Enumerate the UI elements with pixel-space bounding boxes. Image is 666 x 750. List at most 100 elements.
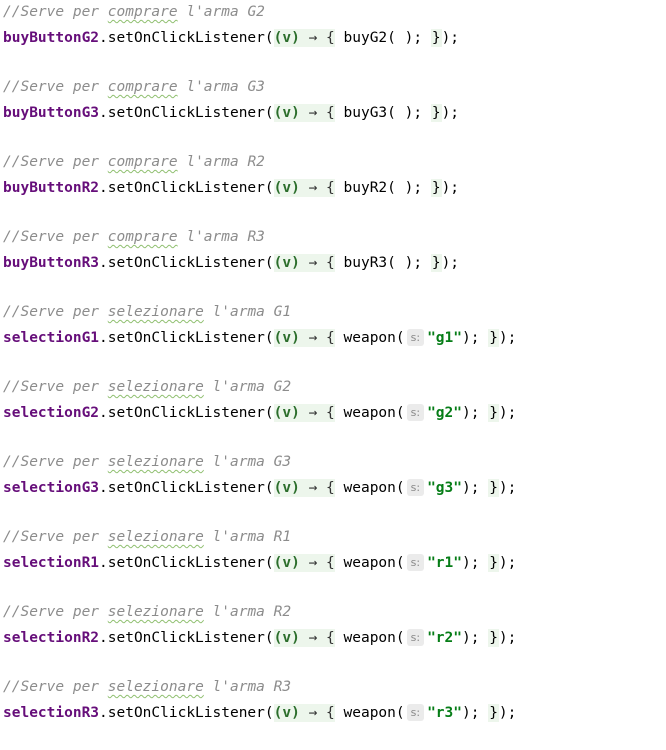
called-function: weapon: [343, 405, 396, 421]
comment-suffix: l'arma G2: [203, 379, 292, 395]
lambda-params: (v) → {: [273, 404, 335, 422]
code-comment: //Serve per selezionare l'arma G1: [3, 300, 291, 324]
lambda-close: }: [430, 254, 442, 272]
code-line[interactable]: buyButtonR3.setOnClickListener((v) → { b…: [3, 251, 459, 275]
lambda-params: (v) → {: [273, 554, 335, 572]
called-function: weapon: [343, 480, 396, 496]
line-end: );: [498, 480, 517, 496]
method-call: .setOnClickListener(: [99, 180, 274, 196]
open-paren: (: [387, 180, 396, 196]
code-block: //Serve per comprare l'arma R2 buyButtonR…: [3, 150, 663, 225]
open-paren: (: [387, 30, 396, 46]
string-argument: "r3": [427, 705, 462, 721]
lambda-close: }: [430, 179, 442, 197]
open-paren: (: [395, 330, 405, 346]
comment-verb: comprare: [107, 4, 178, 20]
line-end: );: [441, 30, 460, 46]
listener-target[interactable]: selectionG1: [3, 330, 99, 346]
code-line[interactable]: selectionR1.setOnClickListener((v) → { w…: [3, 551, 516, 575]
lambda-params: (v) → {: [273, 704, 335, 722]
code-line[interactable]: selectionR3.setOnClickListener((v) → { w…: [3, 701, 516, 725]
string-argument: "g2": [427, 405, 462, 421]
line-end: );: [498, 330, 517, 346]
code-comment: //Serve per selezionare l'arma R1: [3, 525, 291, 549]
listener-target[interactable]: selectionR1: [3, 555, 99, 571]
lambda-close: }: [430, 104, 442, 122]
lambda-arrow: → {: [299, 30, 335, 46]
comment-suffix: l'arma G1: [203, 304, 292, 320]
comment-prefix: //Serve per: [3, 4, 108, 20]
method-call: .setOnClickListener(: [99, 405, 274, 421]
comment-verb: selezionare: [107, 604, 204, 620]
comment-suffix: l'arma G2: [177, 4, 265, 20]
method-call: .setOnClickListener(: [99, 705, 274, 721]
method-call: .setOnClickListener(: [99, 630, 274, 646]
comment-suffix: l'arma R3: [177, 229, 265, 245]
statement-end: );: [461, 480, 489, 496]
comment-prefix: //Serve per: [3, 379, 108, 395]
line-end: );: [498, 555, 517, 571]
method-call: .setOnClickListener(: [99, 105, 274, 121]
open-paren: (: [395, 555, 405, 571]
code-block: //Serve per comprare l'arma R3 buyButtonR…: [3, 225, 663, 300]
parameter-hint: s:: [406, 554, 425, 571]
statement-end: );: [461, 405, 489, 421]
method-call: .setOnClickListener(: [99, 555, 274, 571]
code-line[interactable]: selectionG2.setOnClickListener((v) → { w…: [3, 401, 516, 425]
listener-target[interactable]: selectionG2: [3, 405, 99, 421]
listener-target[interactable]: buyButtonG2: [3, 30, 99, 46]
listener-target[interactable]: buyButtonG3: [3, 105, 99, 121]
code-line[interactable]: buyButtonG2.setOnClickListener((v) → { b…: [3, 26, 459, 50]
code-line[interactable]: selectionR2.setOnClickListener((v) → { w…: [3, 626, 516, 650]
code-line[interactable]: selectionG3.setOnClickListener((v) → { w…: [3, 476, 516, 500]
listener-target[interactable]: buyButtonR3: [3, 255, 99, 271]
code-block: //Serve per selezionare l'arma R3 selecti…: [3, 675, 663, 750]
lambda-arrow: → {: [299, 630, 335, 646]
listener-target[interactable]: selectionR2: [3, 630, 99, 646]
code-comment: //Serve per selezionare l'arma G3: [3, 450, 291, 474]
parameter-hint: s:: [406, 629, 425, 646]
string-argument: "r2": [427, 630, 462, 646]
comment-verb: selezionare: [107, 529, 204, 545]
comment-suffix: l'arma R2: [177, 154, 265, 170]
code-line[interactable]: buyButtonR2.setOnClickListener((v) → { b…: [3, 176, 459, 200]
lambda-param: (v): [273, 180, 300, 196]
lambda-close: }: [488, 329, 499, 347]
called-function: buyR2: [343, 180, 388, 196]
statement-end: );: [404, 180, 431, 196]
lambda-arrow: → {: [299, 480, 335, 496]
lambda-close: }: [488, 629, 499, 647]
parameter-hint: s:: [406, 404, 425, 421]
comment-suffix: l'arma G3: [203, 454, 292, 470]
code-editor[interactable]: //Serve per comprare l'arma G2 buyButtonG…: [3, 0, 663, 750]
line-end: );: [498, 630, 517, 646]
called-function: buyG2: [343, 30, 388, 46]
comment-prefix: //Serve per: [3, 304, 108, 320]
code-line[interactable]: selectionG1.setOnClickListener((v) → { w…: [3, 326, 516, 350]
listener-target[interactable]: selectionG3: [3, 480, 99, 496]
lambda-param: (v): [273, 105, 300, 121]
code-line[interactable]: buyButtonG3.setOnClickListener((v) → { b…: [3, 101, 459, 125]
code-comment: //Serve per selezionare l'arma R3: [3, 675, 291, 699]
lambda-params: (v) → {: [273, 29, 335, 47]
called-function: buyR3: [343, 255, 388, 271]
lambda-params: (v) → {: [273, 104, 335, 122]
open-paren: (: [387, 105, 396, 121]
code-block: //Serve per comprare l'arma G2 buyButtonG…: [3, 0, 663, 75]
lambda-arrow: → {: [299, 255, 335, 271]
method-call: .setOnClickListener(: [99, 255, 274, 271]
lambda-params: (v) → {: [273, 629, 335, 647]
code-block: //Serve per selezionare l'arma G1 selecti…: [3, 300, 663, 375]
string-argument: "g3": [427, 480, 462, 496]
string-argument: "g1": [427, 330, 462, 346]
code-comment: //Serve per comprare l'arma R3: [3, 225, 265, 249]
listener-target[interactable]: buyButtonR2: [3, 180, 99, 196]
lambda-params: (v) → {: [273, 329, 335, 347]
listener-target[interactable]: selectionR3: [3, 705, 99, 721]
statement-end: );: [461, 630, 489, 646]
lambda-params: (v) → {: [273, 179, 335, 197]
lambda-arrow: → {: [299, 180, 335, 196]
code-comment: //Serve per comprare l'arma G3: [3, 75, 265, 99]
comment-verb: selezionare: [107, 304, 204, 320]
lambda-param: (v): [273, 555, 300, 571]
